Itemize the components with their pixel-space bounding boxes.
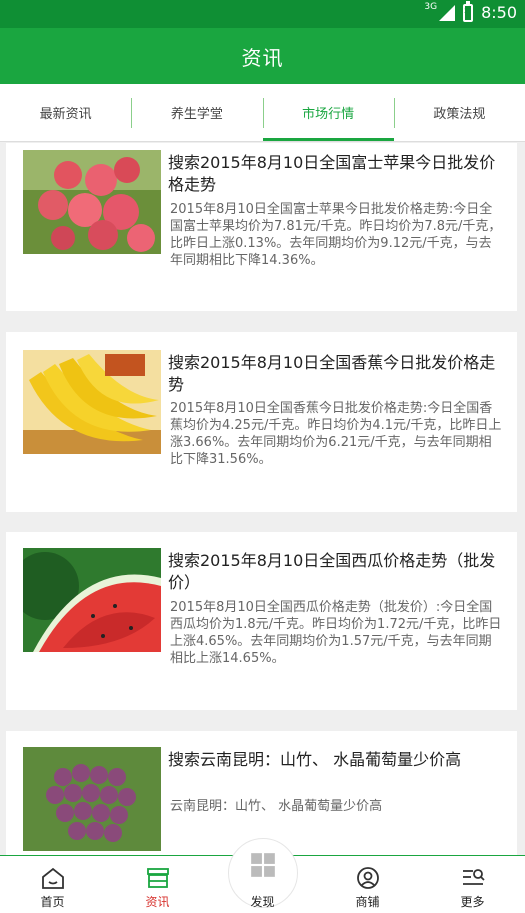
- bottom-nav: 首页 资讯 发现 商铺 更多: [0, 838, 525, 913]
- tab-policy[interactable]: 政策法规: [393, 84, 525, 141]
- status-icons: 3G 8:50: [424, 0, 517, 22]
- tab-latest-news[interactable]: 最新资讯: [0, 84, 131, 141]
- article-list[interactable]: 搜索2015年8月10日全国富士苹果今日批发价格走势 2015年8月10日全国富…: [0, 143, 525, 855]
- article-card[interactable]: 搜索云南昆明：山竹、 水晶葡萄量少价高 云南昆明：山竹、 水晶葡萄量少价高: [6, 731, 517, 855]
- discover-grid-icon: [250, 853, 275, 877]
- nav-news[interactable]: 资讯: [105, 856, 210, 913]
- article-thumbnail-grapes: [23, 747, 161, 851]
- article-card[interactable]: 搜索2015年8月10日全国西瓜价格走势（批发价） 2015年8月10日全国西瓜…: [6, 532, 517, 710]
- article-title: 搜索2015年8月10日全国西瓜价格走势（批发价）: [168, 551, 496, 592]
- article-summary: 2015年8月10日全国西瓜价格走势（批发价）:今日全国西瓜均价为1.8元/千克…: [170, 600, 502, 666]
- article-title: 搜索2015年8月10日全国香蕉今日批发价格走势: [168, 353, 496, 394]
- article-title: 搜索云南昆明：山竹、 水晶葡萄量少价高: [168, 750, 462, 769]
- tab-market[interactable]: 市场行情: [262, 84, 395, 141]
- article-summary: 2015年8月10日全国富士苹果今日批发价格走势:今日全国富士苹果均价为7.81…: [170, 202, 502, 268]
- nav-shop-label: 商铺: [355, 895, 380, 909]
- home-icon: [41, 867, 64, 889]
- nav-home[interactable]: 首页: [0, 856, 105, 913]
- tab-health[interactable]: 养生学堂: [131, 84, 262, 141]
- network-type: 3G: [424, 2, 438, 12]
- nav-discover[interactable]: 发现: [210, 838, 315, 913]
- nav-news-label: 资讯: [145, 895, 170, 909]
- app-bar: 资讯: [0, 28, 525, 84]
- nav-home-label: 首页: [40, 895, 65, 909]
- article-card[interactable]: 搜索2015年8月10日全国富士苹果今日批发价格走势 2015年8月10日全国富…: [6, 143, 517, 311]
- nav-more[interactable]: 更多: [420, 856, 525, 913]
- battery-icon: [463, 0, 474, 22]
- nav-shop[interactable]: 商铺: [315, 856, 420, 913]
- category-tabs: 最新资讯 养生学堂 市场行情 政策法规: [0, 84, 525, 142]
- article-thumbnail-watermelon: [23, 548, 161, 652]
- article-thumbnail-apples: [23, 150, 161, 254]
- article-title: 搜索2015年8月10日全国富士苹果今日批发价格走势: [168, 153, 496, 194]
- more-menu-icon: [462, 869, 485, 885]
- signal-icon: [439, 4, 456, 21]
- user-circle-icon: [356, 867, 379, 889]
- article-thumbnail-bananas: [23, 350, 161, 454]
- nav-discover-label: 发现: [250, 895, 275, 909]
- nav-more-label: 更多: [460, 895, 485, 909]
- article-card[interactable]: 搜索2015年8月10日全国香蕉今日批发价格走势 2015年8月10日全国香蕉今…: [6, 332, 517, 512]
- article-summary: 2015年8月10日全国香蕉今日批发价格走势:今日全国香蕉均价为4.25元/千克…: [170, 401, 502, 467]
- news-icon: [146, 868, 169, 888]
- page-title: 资讯: [241, 45, 284, 70]
- status-time: 8:50: [481, 3, 517, 22]
- article-summary: 云南昆明：山竹、 水晶葡萄量少价高: [170, 799, 383, 814]
- status-bar: 3G 8:50: [0, 0, 525, 28]
